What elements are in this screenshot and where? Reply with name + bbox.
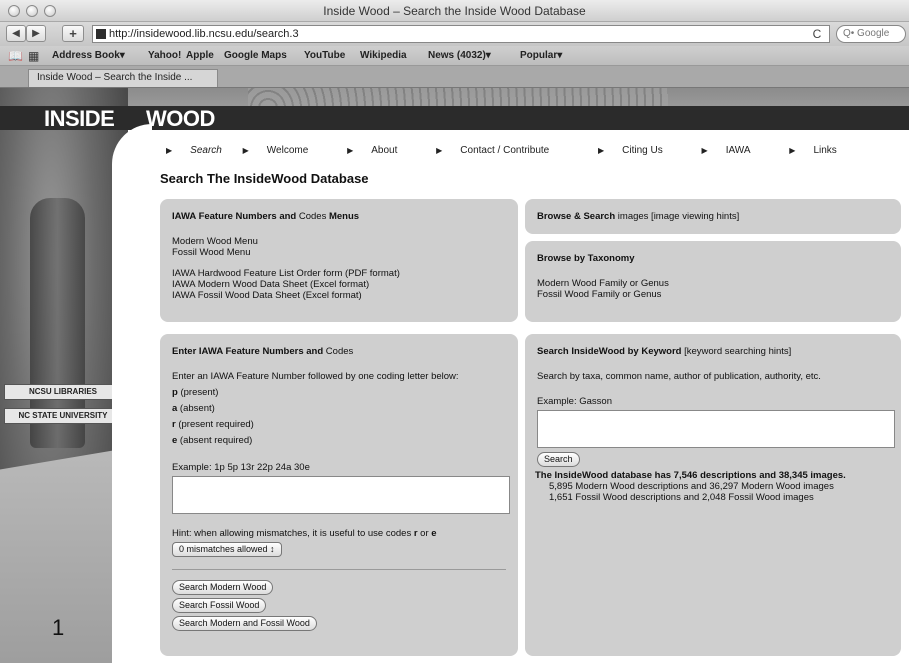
reload-icon[interactable]: C bbox=[808, 25, 826, 43]
window-title: Inside Wood – Search the Inside Wood Dat… bbox=[323, 4, 586, 18]
browse-images-link[interactable]: Browse & Search images [image viewing hi… bbox=[537, 211, 889, 222]
top-navigation: ▶ Search ▶ Welcome ▶ About ▶ Contact / Contr… bbox=[166, 145, 873, 156]
back-button[interactable]: ◀ bbox=[6, 25, 26, 42]
link-modern-wood-menu[interactable]: Modern Wood Menu bbox=[172, 236, 506, 247]
feature-codes-input[interactable] bbox=[172, 476, 510, 514]
link-feature-list-pdf[interactable]: IAWA Hardwood Feature List Order form (P… bbox=[172, 268, 506, 279]
keyword-input[interactable] bbox=[537, 410, 895, 448]
tab-inside-wood[interactable]: Inside Wood – Search the Inside ... bbox=[28, 69, 218, 87]
triangle-icon: ▶ bbox=[166, 146, 173, 155]
page-curve bbox=[112, 124, 152, 663]
search-modern-and-fossil-button[interactable]: Search Modern and Fossil Wood bbox=[172, 616, 317, 631]
brand-wood: WOOD bbox=[146, 106, 215, 131]
panel-heading: IAWA Feature Numbers and Codes Menus bbox=[172, 211, 360, 222]
bookmarks-bar: 📖 ▦ Address Book▾ Yahoo! Apple Google Ma… bbox=[0, 46, 909, 66]
divider bbox=[172, 569, 506, 570]
search-modern-wood-button[interactable]: Search Modern Wood bbox=[172, 580, 274, 595]
web-page: NCSU LIBRARIES NC STATE UNIVERSITY INSID… bbox=[0, 88, 909, 663]
link-fossil-family-genus[interactable]: Fossil Wood Family or Genus bbox=[537, 289, 889, 300]
address-url: http://insidewood.lib.ncsu.edu/search.3 bbox=[109, 28, 299, 40]
triangle-icon: ▶ bbox=[789, 146, 796, 155]
page-title: Search The InsideWood Database bbox=[160, 171, 369, 186]
link-fossil-data-sheet[interactable]: IAWA Fossil Wood Data Sheet (Excel forma… bbox=[172, 290, 506, 301]
nav-links[interactable]: ▶ Links bbox=[789, 145, 855, 156]
triangle-icon: ▶ bbox=[598, 146, 605, 155]
brand-inside: INSIDE bbox=[44, 106, 115, 131]
triangle-icon: ▶ bbox=[701, 146, 708, 155]
code-p: p (present) bbox=[172, 387, 219, 398]
bookmark-youtube[interactable]: YouTube bbox=[304, 50, 345, 61]
bookmark-news[interactable]: News (4032)▾ bbox=[428, 50, 491, 61]
tab-bar: Inside Wood – Search the Inside ... bbox=[0, 66, 909, 88]
browser-toolbar: ◀ ▶ + http://insidewood.lib.ncsu.edu/sea… bbox=[0, 22, 909, 46]
iawa-menus-panel: IAWA Feature Numbers and Codes Menus Mod… bbox=[160, 199, 518, 322]
site-favicon-icon bbox=[96, 29, 106, 39]
keyword-example: Example: Gasson bbox=[537, 396, 612, 407]
search-fossil-wood-button[interactable]: Search Fossil Wood bbox=[172, 598, 267, 613]
codes-example: Example: 1p 5p 13r 22p 24a 30e bbox=[172, 462, 310, 473]
nav-welcome[interactable]: ▶ Welcome bbox=[243, 145, 327, 156]
triangle-icon: ▶ bbox=[242, 146, 249, 155]
modern-stats: 5,895 Modern Wood descriptions and 36,29… bbox=[549, 481, 834, 492]
add-bookmark-button[interactable]: + bbox=[62, 25, 84, 42]
link-fossil-wood-menu[interactable]: Fossil Wood Menu bbox=[172, 247, 506, 258]
ncsu-libraries-logo[interactable]: NCSU LIBRARIES bbox=[4, 384, 122, 400]
address-bar[interactable]: http://insidewood.lib.ncsu.edu/search.3 bbox=[92, 25, 830, 43]
forward-button[interactable]: ▶ bbox=[26, 25, 46, 42]
keyword-search-button[interactable]: Search bbox=[537, 452, 580, 467]
link-modern-family-genus[interactable]: Modern Wood Family or Genus bbox=[537, 278, 889, 289]
enter-codes-panel: Enter IAWA Feature Numbers and Codes Ent… bbox=[160, 334, 518, 656]
code-a: a (absent) bbox=[172, 403, 215, 414]
sidebar-photo: NCSU LIBRARIES NC STATE UNIVERSITY bbox=[0, 88, 128, 663]
nav-citing-us[interactable]: ▶ Citing Us bbox=[598, 145, 681, 156]
bookmark-wikipedia[interactable]: Wikipedia bbox=[360, 50, 407, 61]
nc-state-university-logo[interactable]: NC STATE UNIVERSITY bbox=[4, 408, 122, 424]
triangle-icon: ▶ bbox=[347, 146, 354, 155]
mismatch-select[interactable]: 0 mismatches allowed ↕ bbox=[172, 542, 282, 557]
nav-iawa[interactable]: ▶ IAWA bbox=[702, 145, 769, 156]
fossil-stats: 1,651 Fossil Wood descriptions and 2,048… bbox=[549, 492, 814, 503]
bookmark-apple[interactable]: Apple bbox=[186, 50, 214, 61]
google-search-input[interactable]: Q• Google bbox=[836, 25, 906, 43]
code-r: r (present required) bbox=[172, 419, 254, 430]
figure-number: 1 bbox=[52, 615, 65, 640]
mismatch-hint: Hint: when allowing mismatches, it is us… bbox=[172, 528, 437, 539]
code-e: e (absent required) bbox=[172, 435, 253, 446]
top-sites-grid-icon[interactable]: ▦ bbox=[28, 49, 39, 63]
taxonomy-heading: Browse by Taxonomy bbox=[537, 253, 635, 264]
keyword-heading: Search InsideWood by Keyword [keyword se… bbox=[537, 346, 792, 357]
codes-heading: Enter IAWA Feature Numbers and Codes bbox=[172, 346, 354, 357]
browse-images-panel: Browse & Search images [image viewing hi… bbox=[525, 199, 901, 234]
keyword-description: Search by taxa, common name, author of p… bbox=[537, 371, 821, 382]
nav-contact[interactable]: ▶ Contact / Contribute bbox=[436, 145, 567, 156]
codes-instructions: Enter an IAWA Feature Number followed by… bbox=[172, 371, 459, 382]
window-titlebar: Inside Wood – Search the Inside Wood Dat… bbox=[0, 0, 909, 22]
bookmarks-book-icon[interactable]: 📖 bbox=[8, 49, 23, 63]
triangle-icon: ▶ bbox=[436, 146, 443, 155]
keyword-search-panel: Search InsideWood by Keyword [keyword se… bbox=[525, 334, 901, 656]
bookmark-popular[interactable]: Popular▾ bbox=[520, 50, 562, 61]
database-stats: The InsideWood database has 7,546 descri… bbox=[535, 470, 846, 481]
bookmark-address-book[interactable]: Address Book▾ bbox=[52, 50, 125, 61]
nav-about[interactable]: ▶ About bbox=[347, 145, 415, 156]
taxonomy-panel: Browse by Taxonomy Modern Wood Family or… bbox=[525, 241, 901, 322]
bookmark-yahoo[interactable]: Yahoo! bbox=[148, 50, 181, 61]
bookmark-google-maps[interactable]: Google Maps bbox=[224, 50, 287, 61]
link-modern-data-sheet[interactable]: IAWA Modern Wood Data Sheet (Excel forma… bbox=[172, 279, 506, 290]
nav-search[interactable]: ▶ Search bbox=[166, 145, 222, 156]
